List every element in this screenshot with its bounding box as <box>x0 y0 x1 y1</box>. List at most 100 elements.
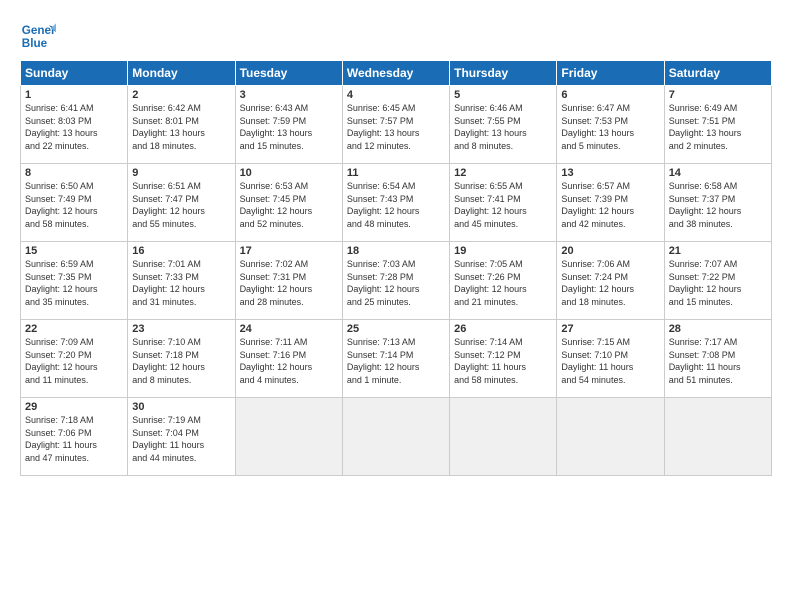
calendar-cell: 18 Sunrise: 7:03 AM Sunset: 7:28 PM Dayl… <box>342 242 449 320</box>
logo-icon: General Blue <box>20 18 56 54</box>
daylight-minutes: and 8 minutes. <box>132 375 191 385</box>
calendar-cell: 20 Sunrise: 7:06 AM Sunset: 7:24 PM Dayl… <box>557 242 664 320</box>
daylight-minutes: and 58 minutes. <box>25 219 89 229</box>
daylight-minutes: and 55 minutes. <box>132 219 196 229</box>
sunset: Sunset: 7:45 PM <box>240 194 307 204</box>
daylight-minutes: and 15 minutes. <box>669 297 733 307</box>
daylight-minutes: and 28 minutes. <box>240 297 304 307</box>
calendar-cell: 11 Sunrise: 6:54 AM Sunset: 7:43 PM Dayl… <box>342 164 449 242</box>
sunrise: Sunrise: 7:06 AM <box>561 259 630 269</box>
sunset: Sunset: 7:10 PM <box>561 350 628 360</box>
day-info: Sunrise: 7:07 AM Sunset: 7:22 PM Dayligh… <box>669 258 767 308</box>
daylight-hours: Daylight: 12 hours <box>561 284 634 294</box>
sunrise: Sunrise: 6:43 AM <box>240 103 309 113</box>
sunrise: Sunrise: 6:57 AM <box>561 181 630 191</box>
calendar-cell: 17 Sunrise: 7:02 AM Sunset: 7:31 PM Dayl… <box>235 242 342 320</box>
sunrise: Sunrise: 6:54 AM <box>347 181 416 191</box>
calendar-cell: 12 Sunrise: 6:55 AM Sunset: 7:41 PM Dayl… <box>450 164 557 242</box>
calendar-cell: 1 Sunrise: 6:41 AM Sunset: 8:03 PM Dayli… <box>21 86 128 164</box>
daylight-hours: Daylight: 12 hours <box>240 362 313 372</box>
day-number: 7 <box>669 89 767 101</box>
sunset: Sunset: 7:20 PM <box>25 350 92 360</box>
calendar-cell <box>557 398 664 476</box>
daylight-minutes: and 12 minutes. <box>347 141 411 151</box>
daylight-hours: Daylight: 11 hours <box>132 440 204 450</box>
day-number: 18 <box>347 245 445 257</box>
daylight-minutes: and 35 minutes. <box>25 297 89 307</box>
daylight-hours: Daylight: 12 hours <box>347 284 420 294</box>
daylight-minutes: and 38 minutes. <box>669 219 733 229</box>
daylight-minutes: and 52 minutes. <box>240 219 304 229</box>
sunset: Sunset: 7:59 PM <box>240 116 307 126</box>
calendar-cell: 22 Sunrise: 7:09 AM Sunset: 7:20 PM Dayl… <box>21 320 128 398</box>
day-number: 24 <box>240 323 338 335</box>
sunset: Sunset: 8:01 PM <box>132 116 199 126</box>
calendar-cell: 7 Sunrise: 6:49 AM Sunset: 7:51 PM Dayli… <box>664 86 771 164</box>
day-info: Sunrise: 7:14 AM Sunset: 7:12 PM Dayligh… <box>454 336 552 386</box>
sunset: Sunset: 7:04 PM <box>132 428 199 438</box>
day-info: Sunrise: 6:51 AM Sunset: 7:47 PM Dayligh… <box>132 180 230 230</box>
sunrise: Sunrise: 7:18 AM <box>25 415 94 425</box>
calendar-cell: 23 Sunrise: 7:10 AM Sunset: 7:18 PM Dayl… <box>128 320 235 398</box>
calendar-cell: 28 Sunrise: 7:17 AM Sunset: 7:08 PM Dayl… <box>664 320 771 398</box>
daylight-hours: Daylight: 12 hours <box>669 284 742 294</box>
day-info: Sunrise: 6:57 AM Sunset: 7:39 PM Dayligh… <box>561 180 659 230</box>
day-number: 12 <box>454 167 552 179</box>
day-info: Sunrise: 6:50 AM Sunset: 7:49 PM Dayligh… <box>25 180 123 230</box>
sunrise: Sunrise: 7:07 AM <box>669 259 738 269</box>
calendar-cell: 21 Sunrise: 7:07 AM Sunset: 7:22 PM Dayl… <box>664 242 771 320</box>
daylight-hours: Daylight: 12 hours <box>132 284 205 294</box>
day-info: Sunrise: 6:41 AM Sunset: 8:03 PM Dayligh… <box>25 102 123 152</box>
sunrise: Sunrise: 6:50 AM <box>25 181 94 191</box>
day-info: Sunrise: 6:53 AM Sunset: 7:45 PM Dayligh… <box>240 180 338 230</box>
sunset: Sunset: 7:47 PM <box>132 194 199 204</box>
day-info: Sunrise: 7:09 AM Sunset: 7:20 PM Dayligh… <box>25 336 123 386</box>
day-number: 1 <box>25 89 123 101</box>
daylight-hours: Daylight: 12 hours <box>25 284 98 294</box>
day-number: 26 <box>454 323 552 335</box>
calendar-cell: 29 Sunrise: 7:18 AM Sunset: 7:06 PM Dayl… <box>21 398 128 476</box>
sunset: Sunset: 7:39 PM <box>561 194 628 204</box>
day-number: 14 <box>669 167 767 179</box>
daylight-minutes: and 1 minute. <box>347 375 402 385</box>
day-info: Sunrise: 6:45 AM Sunset: 7:57 PM Dayligh… <box>347 102 445 152</box>
day-number: 5 <box>454 89 552 101</box>
daylight-hours: Daylight: 13 hours <box>240 128 313 138</box>
sunrise: Sunrise: 6:42 AM <box>132 103 201 113</box>
daylight-hours: Daylight: 13 hours <box>132 128 205 138</box>
day-number: 16 <box>132 245 230 257</box>
calendar-cell: 4 Sunrise: 6:45 AM Sunset: 7:57 PM Dayli… <box>342 86 449 164</box>
daylight-hours: Daylight: 12 hours <box>669 206 742 216</box>
calendar-cell <box>342 398 449 476</box>
sunrise: Sunrise: 7:01 AM <box>132 259 201 269</box>
sunset: Sunset: 7:41 PM <box>454 194 521 204</box>
calendar-cell: 26 Sunrise: 7:14 AM Sunset: 7:12 PM Dayl… <box>450 320 557 398</box>
calendar-cell: 10 Sunrise: 6:53 AM Sunset: 7:45 PM Dayl… <box>235 164 342 242</box>
day-number: 3 <box>240 89 338 101</box>
day-number: 20 <box>561 245 659 257</box>
header: General Blue <box>20 18 772 54</box>
sunrise: Sunrise: 6:53 AM <box>240 181 309 191</box>
daylight-hours: Daylight: 11 hours <box>669 362 741 372</box>
day-number: 9 <box>132 167 230 179</box>
sunrise: Sunrise: 6:45 AM <box>347 103 416 113</box>
sunset: Sunset: 7:31 PM <box>240 272 307 282</box>
day-number: 8 <box>25 167 123 179</box>
daylight-hours: Daylight: 12 hours <box>25 362 98 372</box>
sunrise: Sunrise: 6:46 AM <box>454 103 523 113</box>
sunrise: Sunrise: 6:59 AM <box>25 259 94 269</box>
sunrise: Sunrise: 7:10 AM <box>132 337 201 347</box>
daylight-minutes: and 31 minutes. <box>132 297 196 307</box>
calendar-cell <box>235 398 342 476</box>
logo: General Blue <box>20 18 60 54</box>
calendar-cell: 2 Sunrise: 6:42 AM Sunset: 8:01 PM Dayli… <box>128 86 235 164</box>
day-number: 22 <box>25 323 123 335</box>
calendar-cell: 9 Sunrise: 6:51 AM Sunset: 7:47 PM Dayli… <box>128 164 235 242</box>
day-info: Sunrise: 7:13 AM Sunset: 7:14 PM Dayligh… <box>347 336 445 386</box>
daylight-minutes: and 42 minutes. <box>561 219 625 229</box>
sunset: Sunset: 7:51 PM <box>669 116 736 126</box>
calendar-cell: 8 Sunrise: 6:50 AM Sunset: 7:49 PM Dayli… <box>21 164 128 242</box>
daylight-minutes: and 18 minutes. <box>561 297 625 307</box>
day-number: 21 <box>669 245 767 257</box>
sunset: Sunset: 7:16 PM <box>240 350 307 360</box>
